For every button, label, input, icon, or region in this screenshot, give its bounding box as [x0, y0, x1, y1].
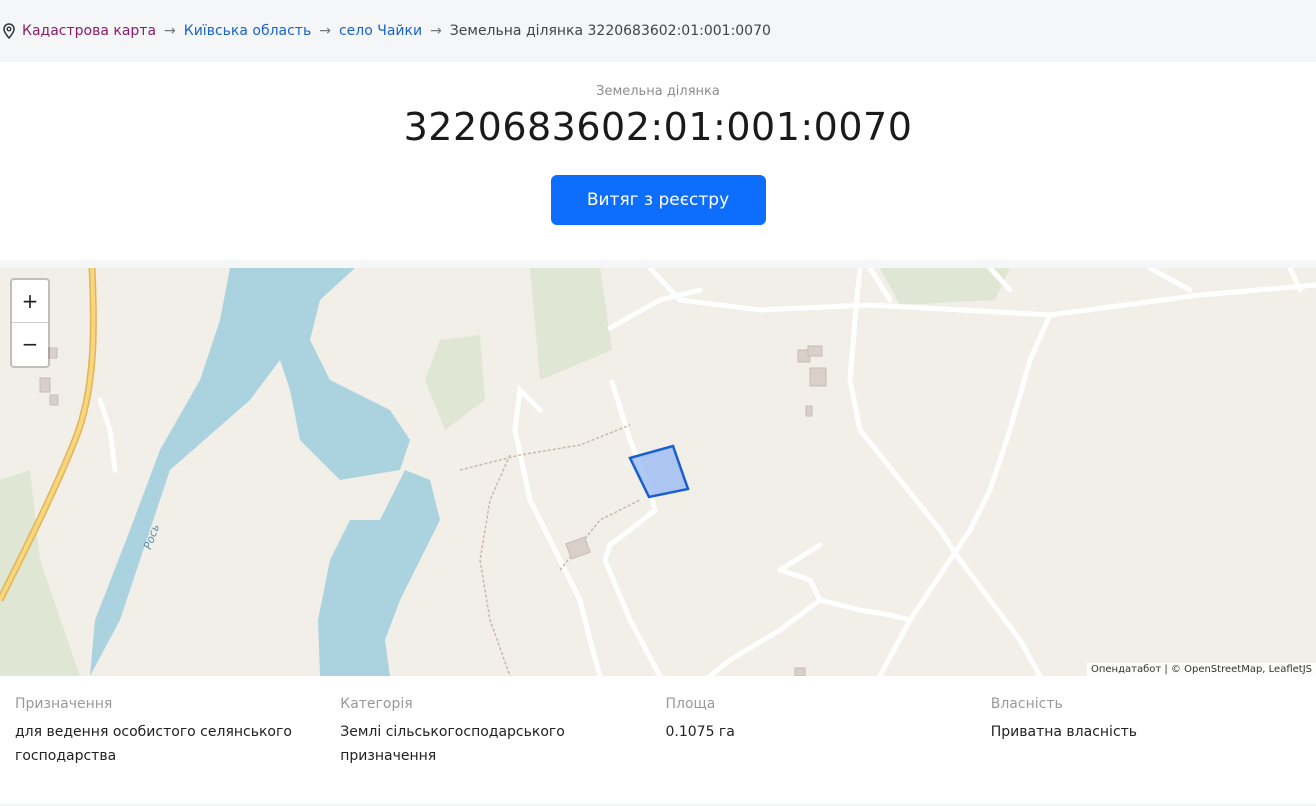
- category-block: Категорія Землі сільськогосподарського п…: [340, 696, 665, 804]
- breadcrumb: Кадастрова карта → Київська область → се…: [0, 0, 1316, 62]
- area-label: Площа: [665, 696, 716, 712]
- breadcrumb-link-region[interactable]: Київська область: [184, 23, 311, 39]
- ownership-label: Власність: [990, 696, 1063, 712]
- breadcrumb-separator: →: [164, 23, 176, 39]
- purpose-value: для ведення особистого селянського госпо…: [15, 724, 292, 764]
- svg-text:Рось: Рось: [141, 522, 162, 551]
- cadastral-map[interactable]: + − Рось Опендатабот | © OpenStreetMap, …: [0, 268, 1316, 676]
- purpose-label: Призначення: [15, 696, 113, 712]
- registry-extract-button[interactable]: Витяг з реєстру: [550, 175, 766, 225]
- zoom-control: + −: [10, 278, 50, 368]
- page-subtitle: Земельна ділянка: [596, 84, 720, 99]
- page-title: 3220683602:01:001:0070: [403, 105, 913, 149]
- breadcrumb-link-village[interactable]: село Чайки: [339, 23, 422, 39]
- ownership-value: Приватна власність: [990, 724, 1138, 740]
- area-block: Площа 0.1075 га: [666, 696, 991, 804]
- breadcrumb-separator: →: [319, 23, 331, 39]
- area-value: 0.1075 га: [665, 724, 735, 740]
- zoom-out-button[interactable]: −: [12, 323, 48, 366]
- purpose-block: Призначення для ведення особистого селян…: [15, 696, 340, 804]
- parcel-info: Призначення для ведення особистого селян…: [0, 676, 1316, 804]
- map-attribution[interactable]: Опендатабот | © OpenStreetMap, LeafletJS: [1086, 663, 1316, 676]
- category-label: Категорія: [340, 696, 413, 712]
- breadcrumb-current: Земельна ділянка 3220683602:01:001:0070: [449, 23, 771, 39]
- zoom-in-button[interactable]: +: [12, 280, 48, 323]
- breadcrumb-link-cadastral-map[interactable]: Кадастрова карта: [22, 23, 156, 39]
- breadcrumb-separator: →: [430, 23, 442, 39]
- location-pin-icon: [3, 23, 15, 39]
- parcel-header: Земельна ділянка 3220683602:01:001:0070 …: [0, 62, 1316, 260]
- ownership-block: Власність Приватна власність: [991, 696, 1316, 804]
- category-value: Землі сільськогосподарського призначення: [340, 724, 565, 764]
- map-tiles: [0, 268, 1316, 676]
- river-label: Рось: [141, 522, 162, 551]
